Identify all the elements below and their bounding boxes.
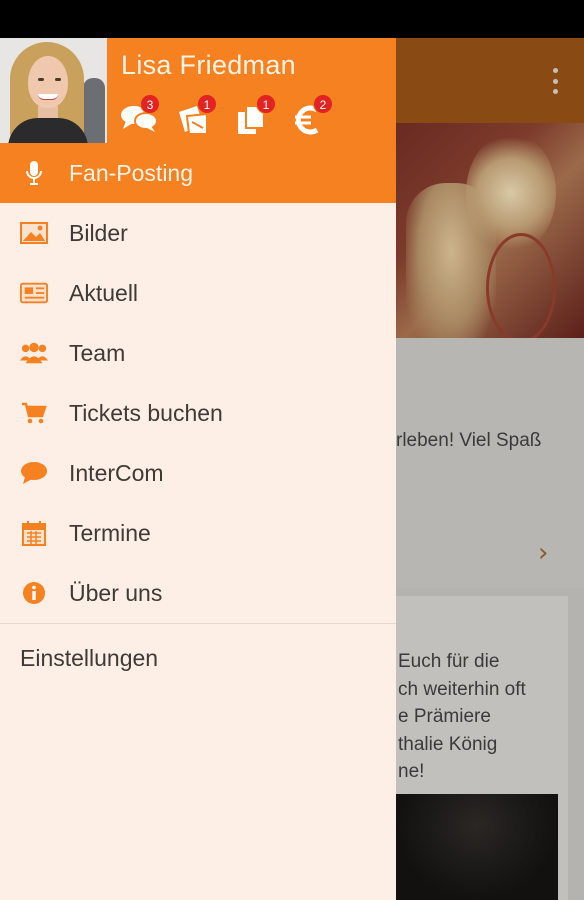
- divider: [0, 623, 396, 624]
- nav-item-label: Team: [69, 339, 126, 366]
- background-card: [396, 338, 584, 588]
- nav-item-tickets-buchen[interactable]: Tickets buchen: [0, 383, 396, 443]
- unread-badge: 2: [313, 94, 333, 114]
- background-line: thalie König: [398, 733, 498, 755]
- unread-badge: 3: [140, 94, 160, 114]
- nav-item-label: InterCom: [69, 459, 164, 486]
- euro-stat[interactable]: 2: [293, 94, 333, 136]
- background-line: Euch für die: [398, 651, 500, 672]
- nav-item-bilder[interactable]: Bilder: [0, 203, 396, 263]
- background-post-lines: Euch für die ch weiterhin oft e Prämiere…: [398, 648, 526, 786]
- microphone-icon: [20, 161, 48, 185]
- nav-item-intercom[interactable]: InterCom: [0, 443, 396, 503]
- info-icon: [20, 581, 48, 605]
- background-post-text: rleben! Viel Spaß: [396, 430, 542, 451]
- speech-bubble-icon: [20, 461, 48, 485]
- nav-item-label: Tickets buchen: [69, 399, 223, 426]
- status-bar: [0, 0, 584, 38]
- nav-item-ueber-uns[interactable]: Über uns: [0, 563, 396, 623]
- nav-item-termine[interactable]: Termine: [0, 503, 396, 563]
- background-hero-image: [396, 123, 584, 353]
- newspaper-icon: [20, 281, 48, 305]
- overflow-menu-icon[interactable]: [552, 68, 558, 94]
- nav-item-fan-posting[interactable]: Fan-Posting: [0, 143, 396, 203]
- background-line: ne!: [398, 761, 425, 782]
- calendar-icon: [20, 521, 48, 546]
- background-line: ch weiterhin oft: [398, 678, 526, 700]
- nav-item-label: Fan-Posting: [69, 159, 194, 186]
- chevron-right-icon: ›: [538, 538, 549, 568]
- nav-item-label: Über uns: [69, 579, 163, 606]
- unread-badge: 1: [197, 94, 217, 114]
- nav-item-team[interactable]: Team: [0, 323, 396, 383]
- nav-item-label: Bilder: [69, 219, 128, 246]
- nav-item-label: Termine: [69, 519, 151, 546]
- avatar[interactable]: [0, 38, 107, 143]
- chat-bubbles-stat[interactable]: 3: [120, 94, 160, 136]
- group-icon: [20, 341, 48, 365]
- nav-item-label: Aktuell: [69, 279, 139, 306]
- cart-icon: [20, 401, 48, 425]
- background-post-image: [396, 794, 558, 900]
- tickets-stat[interactable]: 1: [177, 94, 217, 136]
- unread-badge: 1: [256, 94, 276, 114]
- background-line: e Prämiere: [398, 706, 491, 727]
- user-name: Lisa Friedman: [121, 50, 296, 80]
- documents-stat[interactable]: 1: [236, 94, 276, 136]
- settings-link[interactable]: Einstellungen: [20, 645, 158, 672]
- drawer-header: Lisa Friedman 3 1 1 2: [0, 38, 396, 143]
- nav-item-aktuell[interactable]: Aktuell: [0, 263, 396, 323]
- navigation-drawer: Lisa Friedman 3 1 1 2 Fan-Posting Bilder…: [0, 38, 396, 900]
- image-icon: [20, 221, 48, 245]
